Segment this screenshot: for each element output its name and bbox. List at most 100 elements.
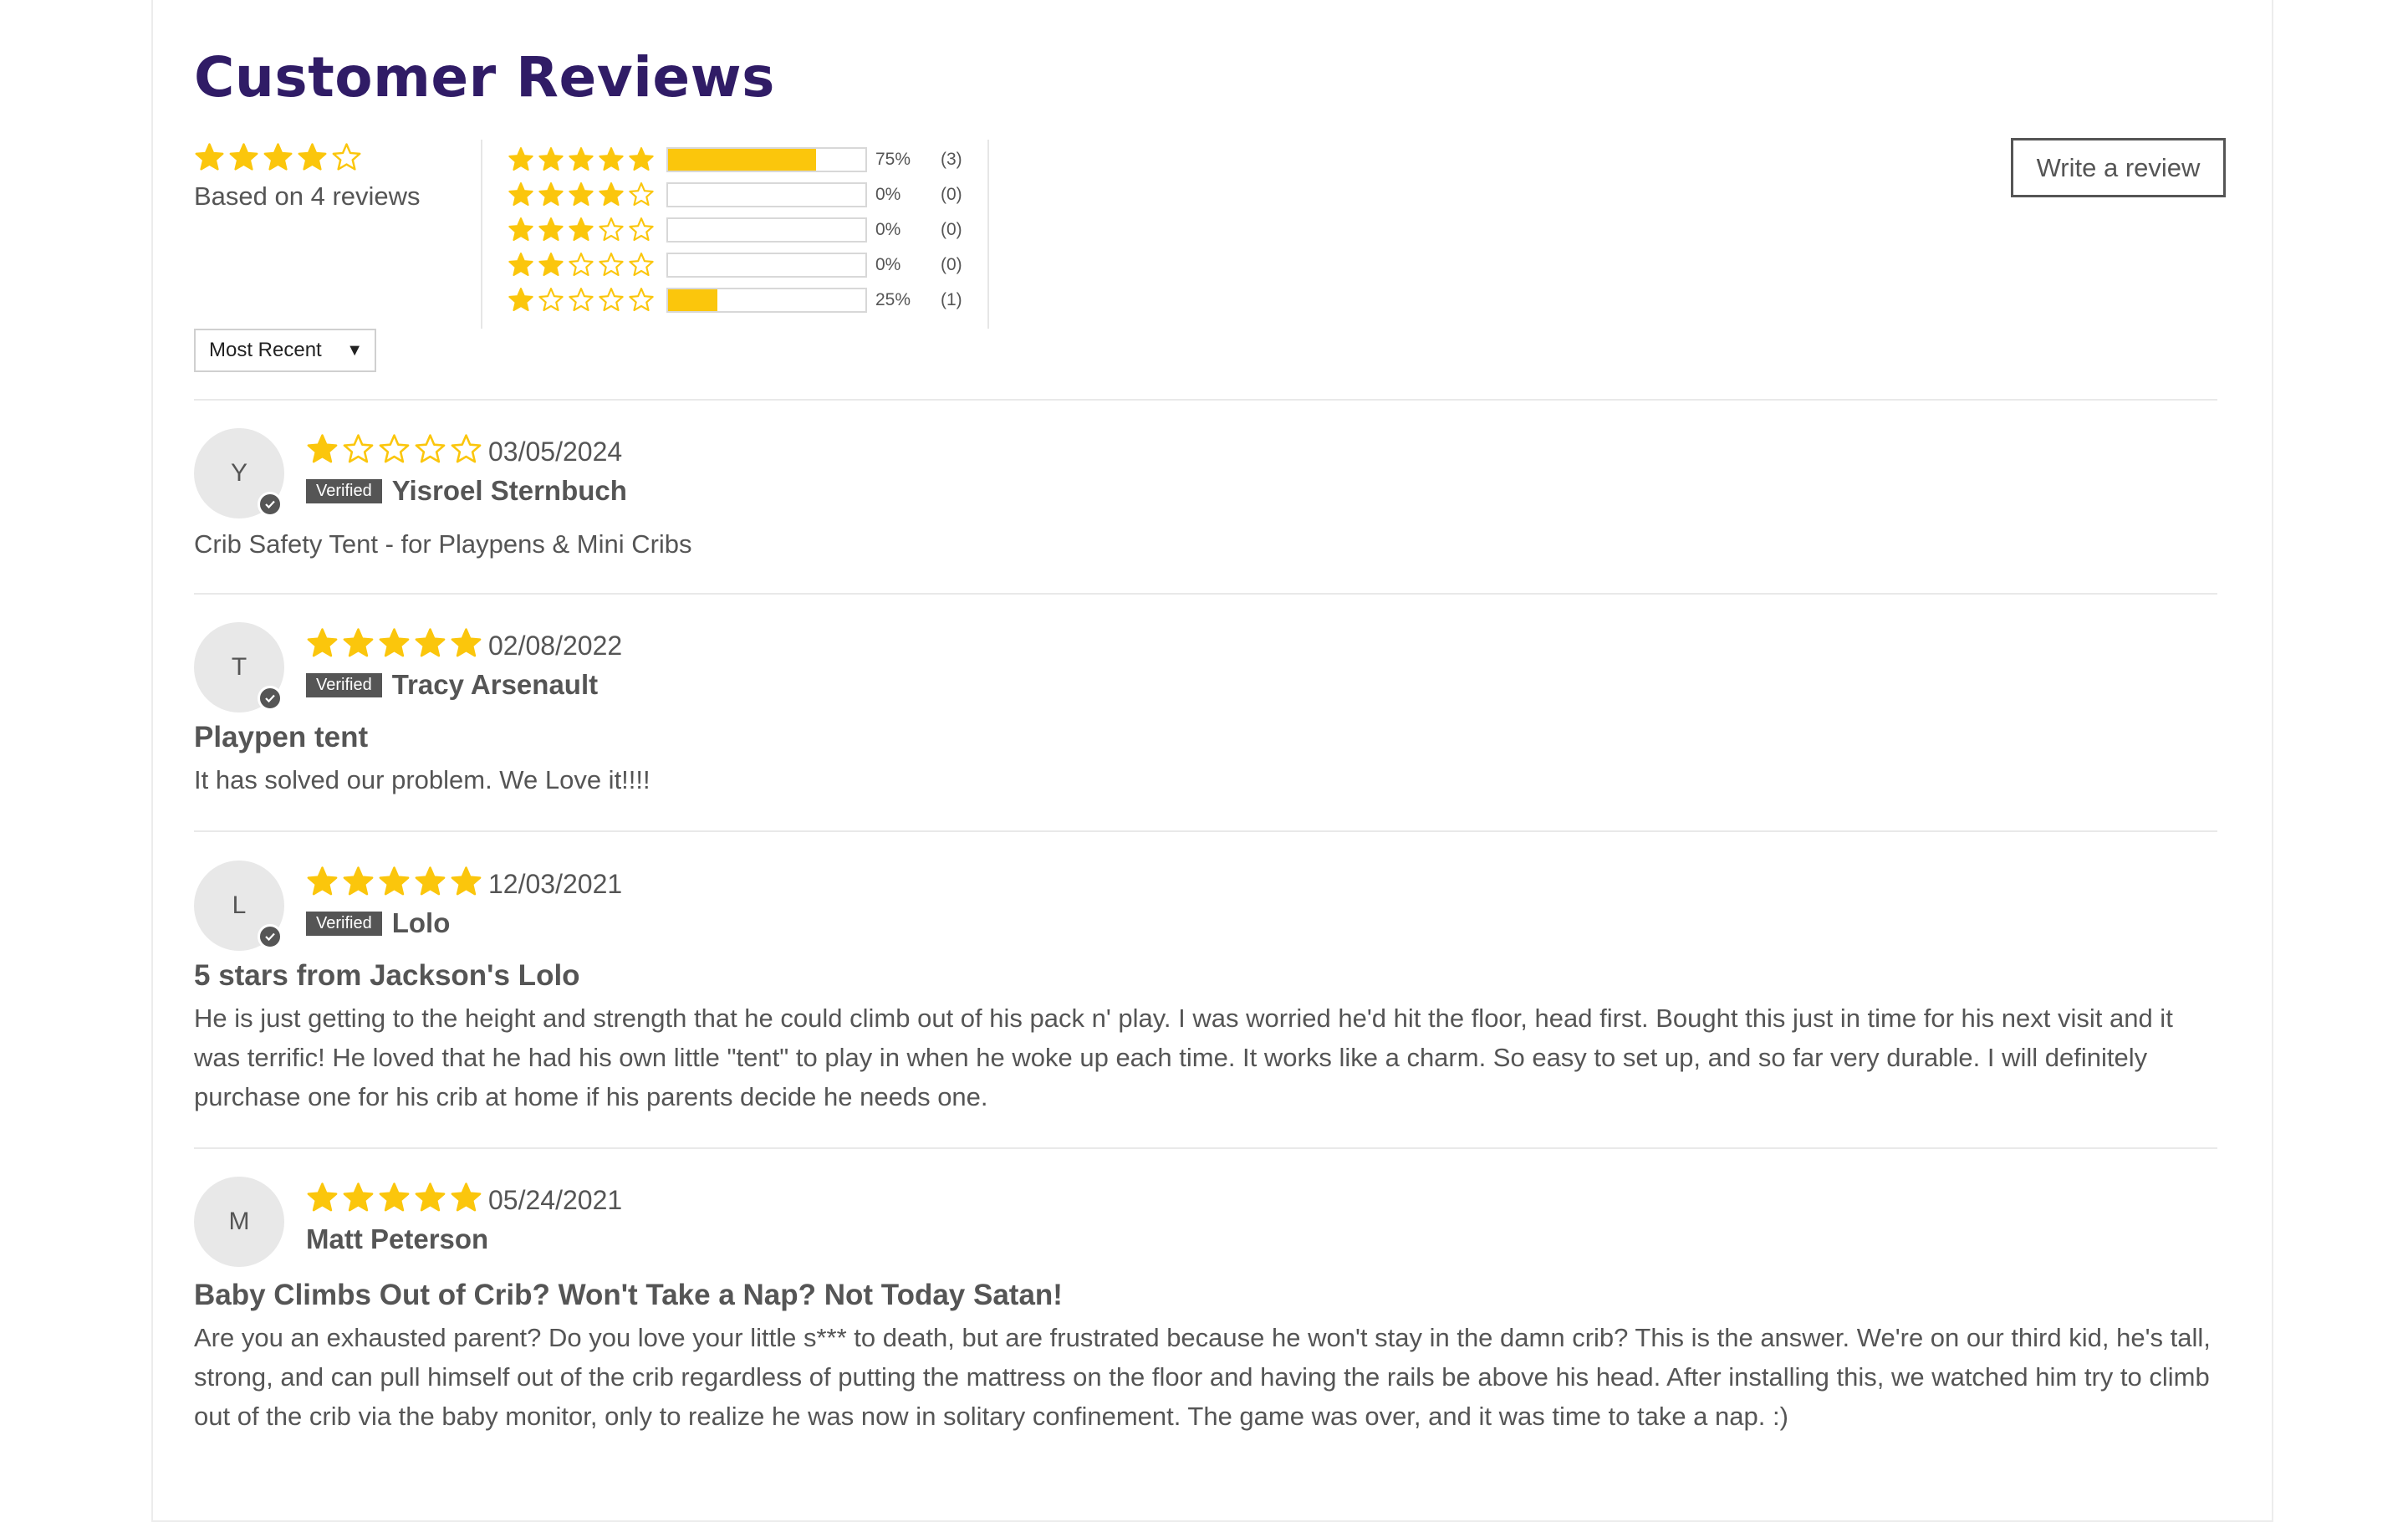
review-date: 03/05/2024 (488, 437, 623, 467)
review-body: It has solved our problem. We Love it!!!… (194, 765, 650, 794)
histogram-divider (987, 140, 989, 329)
review-stars (306, 433, 482, 466)
histogram-bar (666, 147, 867, 172)
star-filled-icon (306, 1182, 339, 1214)
histogram-row[interactable]: 0% (0) (508, 248, 962, 283)
reviews-widget: Customer Reviews Based on 4 reviews 75% (… (151, 0, 2273, 1522)
avatar-initial: Y (230, 459, 247, 487)
star-filled-icon (598, 181, 625, 208)
histogram-count: (0) (941, 255, 962, 274)
review-date: 05/24/2021 (488, 1185, 623, 1215)
review-title: 5 stars from Jackson's Lolo (194, 959, 580, 992)
star-filled-icon (508, 146, 534, 173)
star-empty-icon (628, 181, 655, 208)
avatar-initial: T (231, 653, 247, 681)
histogram-percent: 0% (875, 185, 901, 204)
avatar-initial: M (228, 1208, 250, 1235)
star-filled-icon (568, 146, 594, 173)
histogram-bar (666, 253, 867, 278)
star-filled-icon (450, 866, 482, 898)
avatar: T (194, 622, 284, 712)
avatar: M (194, 1177, 284, 1267)
star-filled-icon (194, 142, 225, 173)
histogram-stars (508, 252, 655, 278)
histogram-percent: 0% (875, 255, 901, 274)
rating-summary: Based on 4 reviews (194, 142, 421, 212)
star-empty-icon (538, 287, 564, 314)
review-author-line: Matt Peterson (306, 1223, 488, 1255)
star-filled-icon (306, 866, 339, 898)
star-empty-icon (342, 433, 375, 466)
review-title: Playpen tent (194, 721, 369, 753)
star-filled-icon (297, 142, 328, 173)
summary-divider (481, 140, 482, 329)
histogram-bar-fill (668, 149, 816, 171)
average-rating-stars (194, 142, 421, 173)
verified-badge: Verified (306, 911, 382, 936)
star-filled-icon (378, 1182, 411, 1214)
verified-badge: Verified (306, 672, 382, 697)
histogram-stars (508, 146, 655, 173)
histogram-bar (666, 182, 867, 207)
histogram-percent: 0% (875, 220, 901, 239)
star-filled-icon (450, 1182, 482, 1214)
divider (194, 399, 2217, 401)
histogram-bar-fill (668, 289, 717, 311)
star-filled-icon (414, 1182, 446, 1214)
star-empty-icon (628, 252, 655, 278)
histogram-stars (508, 217, 655, 243)
divider (194, 1147, 2217, 1149)
histogram-count: (0) (941, 185, 962, 204)
star-empty-icon (414, 433, 446, 466)
histogram-row[interactable]: 0% (0) (508, 177, 962, 212)
review-author: Yisroel Sternbuch (391, 475, 627, 506)
review-date: 12/03/2021 (488, 869, 623, 899)
star-filled-icon (306, 433, 339, 466)
star-filled-icon (228, 142, 259, 173)
review-stars (306, 1182, 482, 1214)
histogram-row[interactable]: 0% (0) (508, 212, 962, 248)
histogram-count: (3) (941, 150, 962, 169)
star-filled-icon (508, 181, 534, 208)
histogram-count: (1) (941, 290, 962, 309)
star-filled-icon (598, 146, 625, 173)
star-filled-icon (342, 866, 375, 898)
histogram-bar (666, 288, 867, 313)
review-stars (306, 627, 482, 660)
star-empty-icon (568, 287, 594, 314)
star-filled-icon (414, 866, 446, 898)
histogram-bar (666, 217, 867, 243)
histogram-percent: 25% (875, 290, 911, 309)
avatar: L (194, 861, 284, 951)
review-date: 02/08/2022 (488, 631, 623, 661)
star-filled-icon (628, 146, 655, 173)
star-filled-icon (378, 866, 411, 898)
histogram-row[interactable]: 25% (1) (508, 283, 962, 318)
avatar: Y (194, 428, 284, 518)
verified-check-icon (258, 924, 283, 949)
histogram-count: (0) (941, 220, 962, 239)
histogram-row[interactable]: 75% (3) (508, 142, 962, 177)
review-count-text: Based on 4 reviews (194, 181, 421, 211)
verified-check-icon (258, 492, 283, 517)
verified-check-icon (258, 686, 283, 711)
star-filled-icon (508, 287, 534, 314)
review-body: He is just getting to the height and str… (194, 1004, 2173, 1111)
star-filled-icon (378, 627, 411, 660)
star-empty-icon (628, 287, 655, 314)
star-filled-icon (538, 217, 564, 243)
review-author: Lolo (391, 907, 451, 938)
star-filled-icon (538, 252, 564, 278)
star-filled-icon (538, 181, 564, 208)
write-review-button[interactable]: Write a review (2011, 138, 2226, 197)
star-filled-icon (508, 252, 534, 278)
star-filled-icon (342, 1182, 375, 1214)
sort-select[interactable]: Most Recent ▼ (194, 329, 376, 372)
review-author-line: Verified Yisroel Sternbuch (306, 475, 627, 507)
star-filled-icon (342, 627, 375, 660)
rating-histogram: 75% (3) 0% (0) 0% (0) 0% (0) 25% (1) (508, 142, 962, 318)
histogram-percent: 75% (875, 150, 911, 169)
review-stars (306, 866, 482, 898)
review-author-line: Verified Lolo (306, 907, 450, 939)
star-filled-icon (508, 217, 534, 243)
